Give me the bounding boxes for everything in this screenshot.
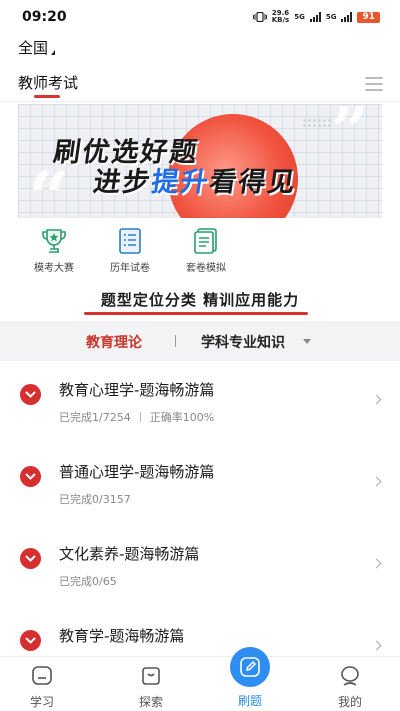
bottom-nav: 学习 探索 刷题 我的	[0, 647, 400, 711]
course-title: 普通心理学-题海畅游篇	[59, 463, 215, 481]
tab-divider	[175, 335, 176, 347]
subject-tabs: 教育理论 学科专业知识	[0, 321, 400, 361]
battery-icon: 91	[357, 11, 380, 23]
quick-entry-mock-contest[interactable]: 模考大赛	[18, 225, 90, 274]
sim2-label: 5G	[325, 13, 337, 21]
status-bar: 09:20 29.6 KB/s 5G 5G 91	[0, 0, 400, 34]
profile-icon	[338, 664, 362, 688]
pen-icon	[230, 647, 270, 687]
signal-icon-2	[341, 12, 353, 22]
quick-entry-mock-sets[interactable]: 套卷模拟	[170, 225, 242, 274]
close-quote-icon: ”	[331, 104, 368, 169]
list-item[interactable]: 教育心理学-题海畅游篇 已完成1/7254 正确率100%	[0, 362, 400, 444]
banner-headline-2: 进步提升看得见	[91, 160, 299, 199]
net-speed-unit: KB/s	[271, 16, 290, 24]
chevron-right-icon	[371, 558, 382, 569]
document-icon	[190, 225, 222, 257]
quick-entry-label: 套卷模拟	[186, 263, 226, 274]
category-underline	[34, 95, 60, 98]
banner-dots-pattern	[302, 118, 332, 128]
course-progress: 已完成1/7254	[59, 411, 131, 424]
sim1-label: 5G	[294, 13, 305, 21]
region-label: 全国	[18, 39, 49, 57]
nav-label: 我的	[337, 695, 362, 709]
vibrate-icon	[252, 12, 267, 22]
quick-entries: 模考大赛 历年试卷 套卷模拟	[18, 225, 258, 274]
header-divider	[0, 101, 400, 102]
list-item[interactable]: 普通心理学-题海畅游篇 已完成0/3157	[0, 444, 400, 526]
quick-entry-label: 历年试卷	[110, 263, 150, 274]
quick-entry-label: 模考大赛	[34, 263, 74, 274]
course-title: 教育学-题海畅游篇	[59, 627, 185, 645]
expand-chevron-icon[interactable]	[20, 384, 41, 405]
signal-icon-1	[309, 12, 321, 22]
slogan-underline	[84, 312, 308, 315]
course-title: 文化素养-题海畅游篇	[59, 545, 200, 563]
category-title[interactable]: 教师考试	[18, 72, 78, 93]
study-icon	[30, 664, 54, 688]
status-time: 09:20	[22, 9, 67, 25]
open-quote-icon: “	[28, 155, 70, 219]
course-stats: 已完成1/7254 正确率100%	[59, 409, 214, 425]
banner-line2-suffix: 看得见	[207, 167, 299, 198]
banner-line2-prefix: 进步	[91, 167, 154, 198]
trophy-icon	[38, 225, 70, 257]
nav-item-study[interactable]: 学习	[2, 657, 82, 711]
region-selector[interactable]: 全国	[18, 37, 56, 58]
expand-chevron-icon[interactable]	[20, 630, 41, 651]
course-accuracy: 正确率100%	[149, 411, 215, 424]
nav-label-active: 刷题	[237, 694, 262, 708]
expand-chevron-icon[interactable]	[20, 548, 41, 569]
menu-icon[interactable]	[365, 77, 383, 91]
chevron-right-icon	[371, 476, 382, 487]
stats-divider	[139, 412, 141, 422]
banner-line2-highlight: 提升	[149, 167, 212, 198]
course-title: 教育心理学-题海畅游篇	[59, 381, 215, 399]
chevron-right-icon	[371, 394, 382, 405]
nav-label: 探索	[138, 695, 163, 709]
caret-down-icon	[51, 50, 56, 55]
net-speed: 29.6 KB/s	[272, 10, 289, 24]
nav-item-profile[interactable]: 我的	[310, 657, 390, 711]
promo-banner[interactable]: “ ” 刷优选好题 进步提升看得见	[18, 104, 382, 218]
course-progress: 已完成0/65	[59, 575, 117, 588]
course-progress: 已完成0/3157	[59, 493, 131, 506]
nav-item-practice[interactable]: 刷题	[210, 647, 290, 711]
chevron-right-icon	[371, 640, 382, 651]
nav-item-explore[interactable]: 探索	[111, 657, 191, 711]
status-indicators: 29.6 KB/s 5G 5G 91	[252, 10, 380, 24]
tab-subject-knowledge[interactable]: 学科专业知识	[201, 332, 285, 352]
slogan-text: 题型定位分类 精训应用能力	[100, 291, 300, 309]
expand-chevron-icon[interactable]	[20, 466, 41, 487]
explore-icon	[139, 664, 163, 688]
quick-entry-past-papers[interactable]: 历年试卷	[94, 225, 166, 274]
course-list: 教育心理学-题海畅游篇 已完成1/7254 正确率100% 普通心理学-题海畅游篇…	[0, 362, 400, 690]
list-item[interactable]: 文化素养-题海畅游篇 已完成0/65	[0, 526, 400, 608]
paper-list-icon	[114, 225, 146, 257]
chevron-down-icon[interactable]	[303, 339, 311, 344]
nav-label: 学习	[29, 695, 54, 709]
tab-education-theory[interactable]: 教育理论	[86, 332, 142, 352]
